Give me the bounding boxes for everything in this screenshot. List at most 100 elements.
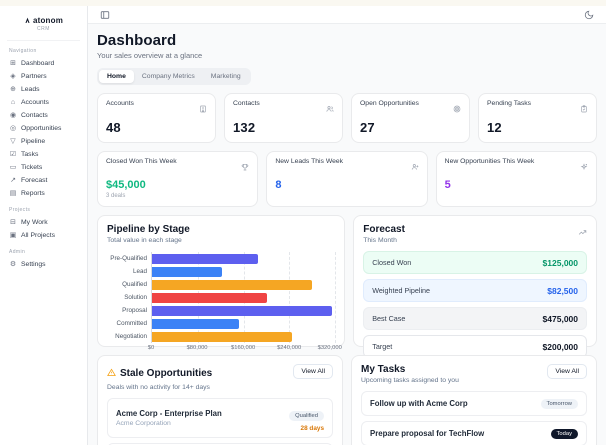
sidebar-item-forecast[interactable]: ↗ Forecast [7,174,80,187]
sidebar-item-my-work[interactable]: ⊟ My Work [7,216,80,229]
forecast-panel: Forecast This Month Closed Won $125,000 … [353,215,597,359]
trophy-icon [241,158,249,176]
logo-icon [25,17,30,23]
forecast-row-best-case: Best Case $475,000 [363,307,587,331]
sidebar-item-opportunities[interactable]: ◎ Opportunities [7,122,80,135]
chart-x-axis: $0 $80,000 $160,000 $240,000 $320,000 [147,345,342,352]
tab-company-metrics[interactable]: Company Metrics [134,70,203,83]
logo-text: atonom [32,16,64,25]
nav-section-admin: Admin [9,249,26,255]
trending-up-icon [578,224,587,242]
sidebar-item-partners[interactable]: ◈ Partners [7,70,80,83]
users-icon [326,100,334,118]
page-title: Dashboard [97,32,177,50]
building-icon [199,100,207,118]
weekly-row: Closed Won This Week $45,000 3 deals New… [97,151,597,208]
topbar [88,6,606,25]
forecast-row-weighted-pipeline: Weighted Pipeline $82,500 [363,279,587,303]
bar-solution [152,293,267,303]
my-tasks-panel: My Tasks Upcoming tasks assigned to you … [351,355,597,445]
stale-title: Stale Opportunities [120,367,213,379]
task-row[interactable]: Prepare proposal for TechFlow Today [361,421,587,445]
tasks-title: My Tasks [361,364,406,376]
sidebar-item-reports[interactable]: ▤ Reports [7,187,80,200]
stats-row: Accounts 48 Contacts 132 Open Opportunit… [97,93,597,144]
stale-view-all-button[interactable]: View All [293,364,333,380]
stale-days: 28 days [300,425,324,433]
forecast-subtitle: This Month [363,237,397,245]
task-row[interactable]: Follow up with Acme Corp Tomorrow [361,391,587,417]
sidebar-toggle-button[interactable] [98,8,112,22]
clipboard-check-icon [580,100,588,118]
forecast-title: Forecast [363,224,405,236]
stat-card-open-opportunities: Open Opportunities 27 [351,93,470,144]
pipeline-by-stage-panel: Pipeline by Stage Total value in each st… [97,215,346,351]
bar-proposal [152,306,333,316]
sidebar-item-tickets[interactable]: ▭ Tickets [7,161,80,174]
due-badge: Today [550,428,578,439]
nav-section-projects: Projects [9,207,31,213]
card-new-leads-week: New Leads This Week 8 [266,151,428,208]
sidebar-item-dashboard[interactable]: ⊞ Dashboard [7,57,80,70]
pipeline-bar-chart: Pre-Qualified Lead Qualified Solution Pr… [107,252,337,344]
dashboard-content: Dashboard Your sales overview at a glanc… [88,24,606,445]
partners-icon: ◈ [10,73,16,80]
accounts-icon: ⌂ [10,99,16,106]
page-subtitle: Your sales overview at a glance [97,51,203,61]
sidebar: atonom CRM Navigation ⊞ Dashboard ◈ Part… [0,6,88,445]
user-plus-icon [411,158,419,176]
sidebar-item-contacts[interactable]: ◉ Contacts [7,109,80,122]
warning-triangle-icon [107,364,116,382]
bar-committed [152,319,240,329]
target-icon [453,100,461,118]
main-area: Dashboard Your sales overview at a glanc… [88,6,606,445]
sidebar-item-tasks[interactable]: ☑ Tasks [7,148,80,161]
tab-home[interactable]: Home [99,70,134,84]
stat-card-accounts: Accounts 48 [97,93,216,144]
stale-opportunities-panel: Stale Opportunities Deals with no activi… [97,355,343,445]
bar-negotiation [152,332,293,342]
due-badge: Tomorrow [540,398,578,409]
briefcase-icon: ⊟ [10,219,16,226]
app-logo: atonom CRM [7,12,80,41]
sidebar-item-pipeline[interactable]: ▽ Pipeline [7,135,80,148]
forecast-row-closed-won: Closed Won $125,000 [363,251,587,275]
stale-subtitle: Deals with no activity for 14+ days [107,384,210,392]
bar-lead [152,267,223,277]
nav-section-navigation: Navigation [9,48,37,54]
pipeline-chart-title: Pipeline by Stage [107,224,190,236]
sidebar-item-leads[interactable]: ⊕ Leads [7,83,80,96]
opportunities-icon: ◎ [9,125,17,132]
pipeline-icon: ▽ [10,138,16,145]
tab-marketing[interactable]: Marketing [203,70,249,83]
stage-badge: Qualified [289,411,324,422]
chart-plot-area [151,252,337,344]
theme-toggle-button[interactable] [582,8,596,22]
stale-opportunity-row[interactable]: Acme Corp - Enterprise Plan Acme Corpora… [107,398,333,439]
dashboard-icon: ⊞ [10,60,16,67]
stat-card-pending-tasks: Pending Tasks 12 [478,93,597,144]
charts-row: Pipeline by Stage Total value in each st… [97,215,597,359]
tasks-subtitle: Upcoming tasks assigned to you [361,377,459,385]
sidebar-item-accounts[interactable]: ⌂ Accounts [7,96,80,109]
pipeline-chart-subtitle: Total value in each stage [107,237,182,245]
stat-card-contacts: Contacts 132 [224,93,343,144]
card-new-opportunities-week: New Opportunities This Week 5 [435,151,597,208]
forecast-icon: ↗ [10,177,16,184]
card-closed-won-week: Closed Won This Week $45,000 3 deals [97,151,259,208]
logo-subtext: CRM [37,26,50,32]
app-frame: atonom CRM Navigation ⊞ Dashboard ◈ Part… [0,6,606,445]
gear-icon: ⚙ [9,261,17,268]
folder-icon: ▣ [9,232,17,239]
moon-icon [584,10,594,19]
tasks-view-all-button[interactable]: View All [547,364,587,380]
sidebar-item-all-projects[interactable]: ▣ All Projects [7,229,80,242]
bottom-row: Stale Opportunities Deals with no activi… [97,355,597,445]
sidebar-item-settings[interactable]: ⚙ Settings [7,258,80,271]
closed-won-deal-count: 3 deals [106,193,126,200]
reports-icon: ▤ [9,190,17,197]
leads-icon: ⊕ [10,86,16,93]
bar-pre-qualified [152,254,258,264]
bar-qualified [152,280,313,290]
dashboard-tabs: Home Company Metrics Marketing [97,68,251,86]
